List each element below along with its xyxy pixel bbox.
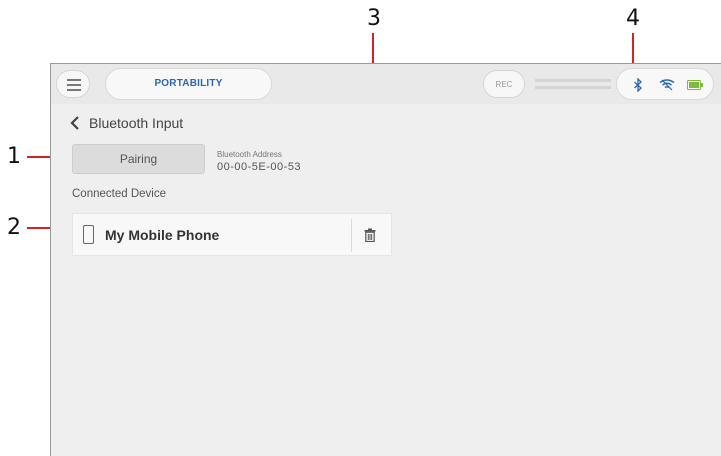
- back-chevron-icon[interactable]: [67, 114, 85, 132]
- battery-icon: [687, 80, 703, 90]
- row-divider: [351, 219, 352, 252]
- menu-button[interactable]: [56, 70, 90, 98]
- callout-number-4: 4: [626, 6, 640, 31]
- connected-device-row[interactable]: My Mobile Phone: [72, 213, 392, 256]
- bluetooth-icon: [634, 78, 642, 92]
- callout-number-2: 2: [7, 215, 21, 240]
- callout-number-3: 3: [367, 6, 381, 31]
- header-row: Bluetooth Input: [67, 112, 183, 134]
- level-meter-left: [535, 79, 611, 82]
- top-bar: PORTABILITY REC: [51, 64, 721, 104]
- menu-icon-line: [67, 84, 81, 86]
- menu-icon-line: [67, 89, 81, 91]
- device-screen: PORTABILITY REC Bluetooth Input Pairing …: [50, 63, 721, 456]
- connected-device-label: Connected Device: [72, 188, 166, 200]
- level-meter-right: [535, 86, 611, 89]
- pairing-button[interactable]: Pairing: [72, 144, 205, 174]
- bluetooth-address-label: Bluetooth Address: [217, 150, 282, 159]
- bluetooth-address-value: 00-00-5E-00-53: [217, 161, 302, 173]
- wifi-icon: [659, 79, 675, 91]
- rec-button[interactable]: REC: [483, 70, 525, 98]
- status-indicator[interactable]: [616, 68, 714, 100]
- callout-line-4: [632, 33, 634, 66]
- page-title: Bluetooth Input: [89, 115, 184, 131]
- callout-number-1: 1: [7, 144, 21, 169]
- device-name: My Mobile Phone: [105, 227, 220, 243]
- phone-icon: [83, 225, 94, 244]
- mode-button[interactable]: PORTABILITY: [105, 68, 272, 100]
- trash-icon[interactable]: [364, 228, 376, 242]
- menu-icon: [67, 79, 81, 81]
